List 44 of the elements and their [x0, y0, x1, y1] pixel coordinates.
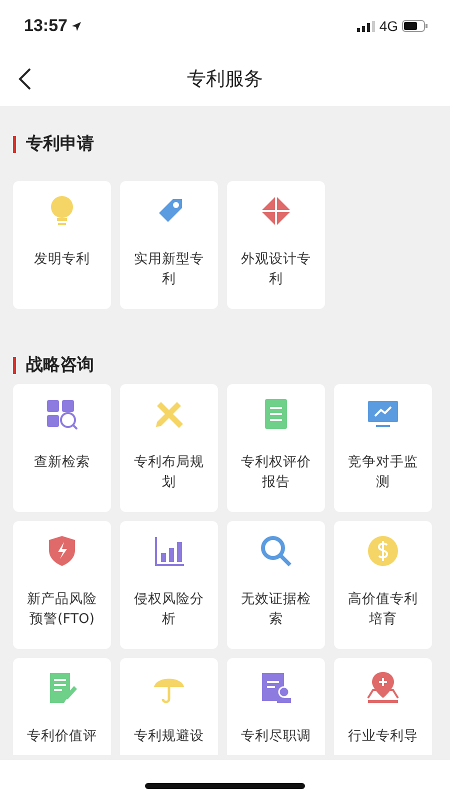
service-label: 外观设计专利 — [240, 250, 312, 289]
service-label: 新产品风险预警(FTO) — [26, 590, 98, 629]
status-time: 13:57 — [24, 15, 68, 38]
service-tile[interactable]: 新产品风险预警(FTO) — [13, 521, 111, 649]
page-title: 专利服务 — [187, 66, 263, 92]
section-marker — [13, 357, 16, 374]
service-label: 高价值专利培育 — [347, 590, 419, 629]
service-label: 发明专利 — [33, 250, 91, 269]
service-label: 实用新型专利 — [133, 250, 205, 289]
service-tile[interactable]: 发明专利 — [13, 181, 111, 309]
service-label: 专利规避设 — [133, 727, 205, 746]
section-title: 专利申请 — [26, 133, 94, 156]
service-label: 专利布局规划 — [133, 453, 205, 492]
signal-icon — [357, 20, 376, 32]
service-label: 竞争对手监测 — [347, 453, 419, 492]
diamond-icon — [258, 193, 294, 229]
section-marker — [13, 136, 16, 153]
service-tile[interactable]: 侵权风险分析 — [120, 521, 218, 649]
service-label: 专利尽职调 — [240, 727, 312, 746]
service-tile[interactable]: 无效证据检索 — [227, 521, 325, 649]
search-icon — [258, 533, 294, 569]
service-tile[interactable]: 竞争对手监测 — [334, 384, 432, 512]
service-tile[interactable]: 高价值专利培育 — [334, 521, 432, 649]
service-tile[interactable]: 行业专利导 — [334, 658, 432, 755]
network-label: 4G — [379, 16, 398, 36]
service-tile[interactable]: 专利规避设 — [120, 658, 218, 755]
service-label: 专利权评价报告 — [240, 453, 312, 492]
service-tile[interactable]: 专利布局规划 — [120, 384, 218, 512]
coin-icon — [365, 533, 401, 569]
service-tile[interactable]: 外观设计专利 — [227, 181, 325, 309]
service-tile[interactable]: 专利尽职调 — [227, 658, 325, 755]
service-label: 行业专利导 — [347, 727, 419, 746]
service-label: 侵权风险分析 — [133, 590, 205, 629]
service-label: 无效证据检索 — [240, 590, 312, 629]
section-title: 战略咨询 — [26, 354, 94, 377]
service-tile[interactable]: 专利价值评 — [13, 658, 111, 755]
service-tile[interactable]: 实用新型专利 — [120, 181, 218, 309]
battery-icon — [402, 20, 428, 32]
service-label: 查新检索 — [33, 453, 91, 472]
service-tile[interactable]: 专利权评价报告 — [227, 384, 325, 512]
location-icon — [71, 20, 82, 32]
service-tile[interactable]: 查新检索 — [13, 384, 111, 512]
map-pin-icon — [365, 670, 401, 706]
service-label: 专利价值评 — [26, 727, 98, 746]
